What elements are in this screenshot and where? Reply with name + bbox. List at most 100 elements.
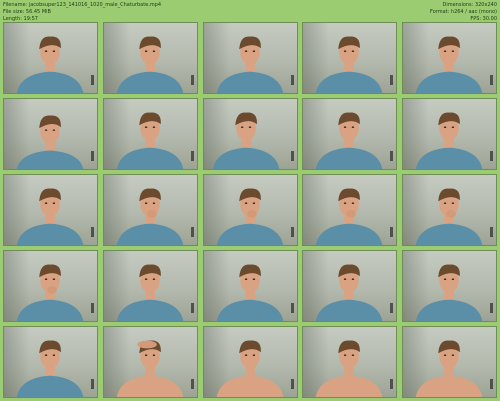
eye (44, 202, 48, 204)
video-frame-thumbnail (102, 326, 198, 398)
blue-shirt (116, 71, 184, 93)
blue-shirt (116, 223, 184, 245)
eye (144, 126, 148, 128)
contact-sheet: Filename: jacobsuper123_141016_1020_male… (0, 0, 500, 401)
person-figure (16, 188, 84, 245)
eye (52, 50, 56, 52)
eye (252, 278, 255, 280)
watermark-logo-icon (490, 151, 493, 161)
person-figure (415, 264, 483, 321)
eye (52, 278, 56, 280)
hand (137, 340, 157, 349)
blue-shirt (16, 71, 84, 93)
eye (144, 202, 148, 204)
person-figure (116, 264, 184, 321)
eye (351, 50, 355, 52)
blue-shirt (16, 299, 84, 321)
hand (146, 210, 157, 218)
blue-shirt (16, 375, 84, 397)
video-frame-thumbnail (3, 326, 98, 398)
eye (244, 50, 247, 52)
watermark-logo-icon (390, 75, 394, 85)
video-frame-thumbnail (302, 22, 398, 94)
eye (44, 129, 48, 131)
person-figure (16, 340, 84, 397)
eye (244, 354, 247, 356)
video-frame-thumbnail (202, 98, 298, 170)
bare-torso (216, 375, 283, 397)
blue-shirt (16, 150, 84, 169)
file-info-right: Dimensions: 320x240 Format: h264 / aac (… (430, 2, 497, 23)
person-figure (415, 112, 483, 169)
file-info-left: Filename: jacobsuper123_141016_1020_male… (3, 2, 161, 23)
person-figure (315, 340, 383, 397)
video-frame-thumbnail (102, 250, 198, 322)
watermark-logo-icon (91, 75, 94, 85)
eye (252, 354, 255, 356)
eye (351, 278, 355, 280)
video-frame-thumbnail (202, 250, 298, 322)
eye (152, 126, 155, 128)
video-frame-thumbnail (302, 98, 398, 170)
eye (252, 202, 255, 204)
format-text: Format: h264 / aac (mono) (430, 9, 497, 15)
watermark-logo-icon (91, 303, 94, 313)
video-frame-thumbnail (102, 22, 198, 94)
eye (248, 126, 251, 128)
filename-text: Filename: jacobsuper123_141016_1020_male… (3, 2, 162, 8)
blue-shirt (116, 147, 184, 169)
person-figure (212, 112, 279, 169)
video-frame-thumbnail (202, 22, 298, 94)
person-figure (116, 36, 184, 93)
watermark-logo-icon (190, 379, 194, 389)
eye (344, 354, 347, 356)
eye (52, 129, 56, 131)
video-frame-thumbnail (402, 22, 497, 94)
eye (351, 202, 355, 204)
eye (451, 354, 455, 356)
eye (443, 50, 447, 52)
person-figure (315, 36, 383, 93)
eye (152, 50, 155, 52)
blue-shirt (315, 71, 383, 93)
eye (344, 126, 347, 128)
video-frame-thumbnail (3, 250, 98, 322)
eye (443, 126, 447, 128)
person-figure (216, 340, 283, 397)
video-frame-thumbnail (402, 174, 497, 246)
eye (240, 126, 243, 128)
person-figure (216, 188, 283, 245)
video-frame-thumbnail (3, 22, 98, 94)
blue-shirt (16, 223, 84, 245)
blue-shirt (212, 147, 279, 169)
blue-shirt (315, 147, 383, 169)
eye (451, 50, 455, 52)
bare-torso (315, 375, 383, 397)
eye (152, 278, 155, 280)
eye (451, 126, 455, 128)
video-frame-thumbnail (402, 250, 497, 322)
video-frame-thumbnail (302, 326, 398, 398)
eye (152, 354, 155, 356)
watermark-logo-icon (190, 303, 194, 313)
person-figure (216, 264, 283, 321)
watermark-logo-icon (490, 227, 493, 237)
person-figure (216, 36, 283, 93)
eye (451, 202, 455, 204)
person-figure (116, 112, 184, 169)
blue-shirt (415, 223, 483, 245)
eye (52, 354, 56, 356)
hand (47, 286, 57, 294)
watermark-logo-icon (390, 303, 394, 313)
eye (252, 50, 255, 52)
watermark-logo-icon (290, 227, 294, 237)
person-figure (315, 188, 383, 245)
blue-shirt (116, 299, 184, 321)
person-figure (415, 36, 483, 93)
person-figure (315, 264, 383, 321)
hand (446, 210, 456, 218)
blue-shirt (216, 71, 283, 93)
person-figure (315, 112, 383, 169)
blue-shirt (415, 147, 483, 169)
watermark-logo-icon (390, 151, 394, 161)
